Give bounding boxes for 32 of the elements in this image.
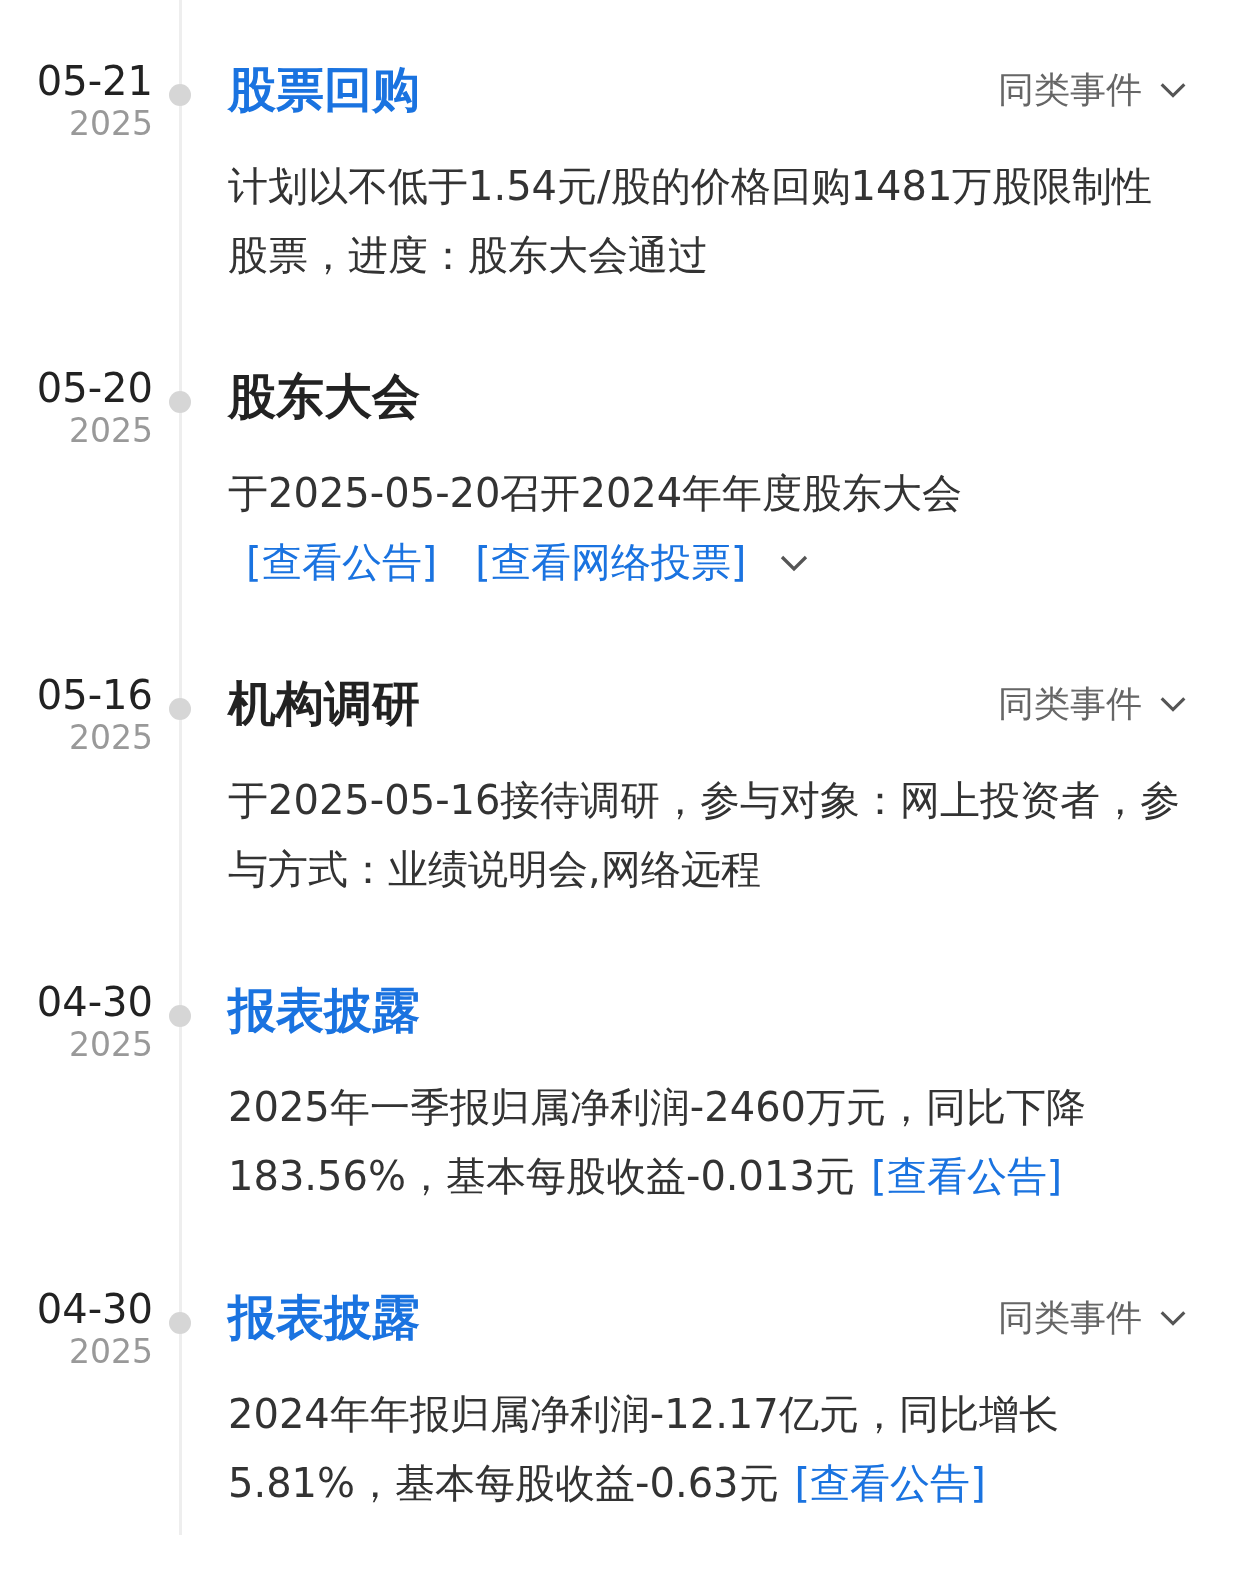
similar-events-button[interactable]: 同类事件 (998, 65, 1190, 115)
event-description: 于2025-05-16接待调研，参与对象：网上投资者，参与方式：业绩说明会,网络远程 (228, 776, 1182, 894)
timeline-dot (169, 698, 191, 720)
event-description: 于2025-05-20召开2024年年度股东大会 (228, 469, 964, 518)
announcement-link[interactable]: [查看公告] (246, 528, 438, 597)
announcement-link[interactable]: [查看公告] (870, 1153, 1063, 1199)
event-year: 2025 (69, 1025, 153, 1065)
event-description: 计划以不低于1.54元/股的价格回购1481万股限制性股票，进度：股东大会通过 (228, 162, 1154, 280)
event-date: 05-20 (36, 365, 153, 411)
event-title[interactable]: 报表披露 (228, 1286, 420, 1350)
event-title[interactable]: 报表披露 (228, 979, 420, 1043)
event-date: 05-16 (36, 672, 153, 718)
event-year: 2025 (69, 411, 153, 451)
timeline-dot (169, 1312, 191, 1334)
event-date: 05-21 (36, 58, 153, 104)
announcement-link[interactable]: [查看公告] (794, 1460, 986, 1506)
timeline-dot (169, 1005, 191, 1027)
event-title: 机构调研 (228, 674, 420, 733)
event-title: 股东大会 (228, 367, 420, 426)
timeline-dot (169, 84, 191, 106)
timeline-dot (169, 391, 191, 413)
event-year: 2025 (69, 718, 153, 758)
announcement-link[interactable]: [查看网络投票] (475, 528, 747, 597)
event-date: 04-30 (36, 1286, 153, 1332)
similar-events-button[interactable]: 同类事件 (998, 1293, 1190, 1343)
event-year: 2025 (69, 1332, 153, 1372)
event-description: 2024年年报归属净利润-12.17亿元，同比增长5.81%，基本每股收益-0.63元 [查看公告] (228, 1390, 1060, 1508)
event-description: 2025年一季报归属净利润-2460万元，同比下降183.56%，基本每股收益-0.013元 [查看公告] (228, 1083, 1088, 1201)
event-date: 04-30 (36, 979, 153, 1025)
event-year: 2025 (69, 104, 153, 144)
event-title[interactable]: 股票回购 (228, 58, 420, 122)
similar-events-button[interactable]: 同类事件 (998, 679, 1190, 729)
